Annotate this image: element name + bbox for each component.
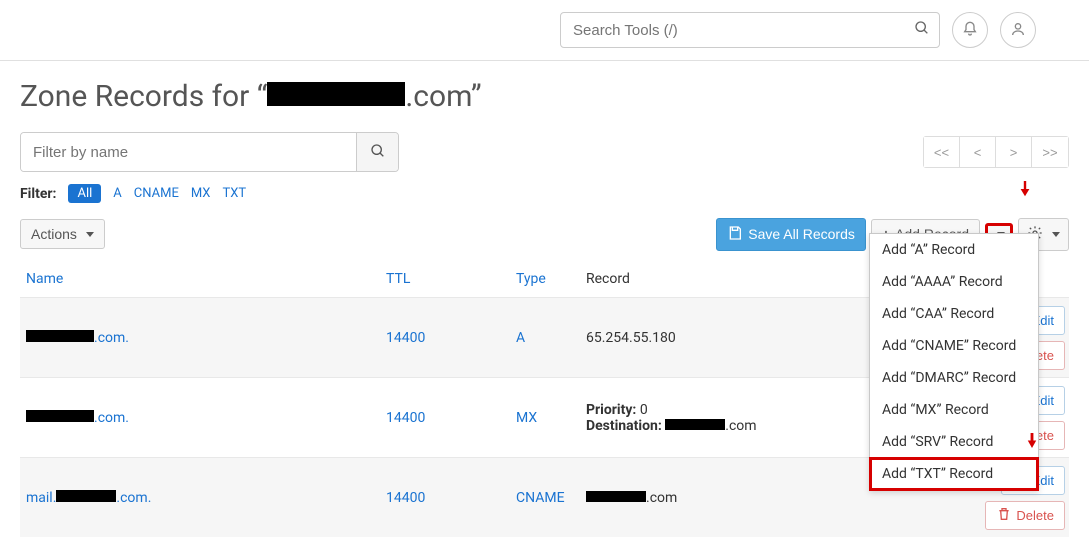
dd-add-a[interactable]: Add “A” Record — [870, 234, 1038, 266]
dd-add-aaaa[interactable]: Add “AAAA” Record — [870, 266, 1038, 298]
search-wrap — [560, 12, 940, 48]
caret-down-icon — [86, 232, 94, 237]
save-icon — [727, 225, 743, 244]
destination-label: Destination: — [586, 418, 662, 434]
cell-type: CNAME — [516, 490, 586, 506]
filter-input-wrap — [20, 132, 399, 172]
dd-add-caa[interactable]: Add “CAA” Record — [870, 298, 1038, 330]
name-suffix: .com. — [116, 490, 151, 506]
title-suffix: .com” — [405, 79, 481, 114]
pager-last[interactable]: >> — [1032, 137, 1068, 167]
dest-suffix: .com — [725, 418, 756, 434]
dd-add-mx[interactable]: Add “MX” Record — [870, 394, 1038, 426]
delete-label: Delete — [1016, 508, 1054, 523]
trash-icon — [996, 506, 1012, 525]
priority-label: Priority: — [586, 402, 636, 418]
col-type[interactable]: Type — [516, 271, 586, 287]
domain-redacted — [267, 82, 405, 106]
actions-label: Actions — [31, 226, 77, 242]
filter-mx[interactable]: MX — [191, 186, 211, 201]
cell-ttl: 14400 — [386, 410, 516, 426]
cell-ttl: 14400 — [386, 330, 516, 346]
page-title: Zone Records for “ .com” — [20, 79, 1069, 114]
filter-label: Filter: — [20, 186, 56, 202]
cell-type: A — [516, 330, 586, 346]
redacted — [56, 490, 116, 502]
bell-icon — [962, 21, 978, 40]
priority-value: 0 — [640, 402, 648, 418]
pager-prev[interactable]: < — [960, 137, 996, 167]
filter-search-button[interactable] — [356, 133, 398, 171]
filter-txt[interactable]: TXT — [222, 186, 246, 201]
top-bar — [0, 0, 1089, 61]
save-all-button[interactable]: Save All Records — [716, 218, 866, 251]
dd-add-txt[interactable]: Add “TXT” Record — [870, 458, 1038, 490]
redacted — [26, 330, 94, 342]
filter-a[interactable]: A — [113, 186, 121, 201]
notifications-button[interactable] — [952, 12, 988, 48]
dd-srv-label: Add “SRV” Record — [882, 434, 993, 450]
redacted — [26, 410, 94, 422]
cell-ttl: 14400 — [386, 490, 516, 506]
save-label: Save All Records — [748, 226, 855, 242]
filter-row: << < > >> — [20, 132, 1069, 172]
pager-first[interactable]: << — [924, 137, 960, 167]
pager-next[interactable]: > — [996, 137, 1032, 167]
dd-txt-label: Add “TXT” Record — [882, 466, 993, 482]
pager: << < > >> — [923, 136, 1069, 168]
actions-dropdown-button[interactable]: Actions — [20, 219, 105, 249]
record-type-filter: Filter: All A CNAME MX TXT — [20, 184, 1069, 203]
cell-name: .com. — [26, 410, 386, 426]
name-suffix: .com. — [94, 410, 129, 426]
dd-add-srv[interactable]: Add “SRV” Record — [870, 426, 1038, 458]
search-icon — [914, 20, 930, 40]
record-suffix: .com — [646, 490, 677, 506]
filter-all[interactable]: All — [68, 184, 101, 203]
annotation-arrow-2 — [1024, 422, 1040, 457]
name-prefix: mail. — [26, 490, 56, 506]
delete-button[interactable]: Delete — [985, 501, 1065, 530]
search-input[interactable] — [560, 12, 940, 48]
filter-cname[interactable]: CNAME — [134, 186, 179, 201]
redacted — [586, 491, 646, 502]
search-icon — [370, 147, 386, 162]
redacted — [665, 419, 725, 430]
user-menu-button[interactable] — [1000, 12, 1036, 48]
col-name[interactable]: Name — [26, 271, 386, 287]
cell-name: .com. — [26, 330, 386, 346]
add-record-dropdown: Add “A” Record Add “AAAA” Record Add “CA… — [869, 233, 1039, 491]
filter-input[interactable] — [21, 133, 356, 171]
user-icon — [1010, 21, 1026, 40]
caret-down-icon — [1052, 232, 1060, 237]
name-suffix: .com. — [94, 330, 129, 346]
cell-name: mail. .com. — [26, 490, 386, 506]
dd-add-cname[interactable]: Add “CNAME” Record — [870, 330, 1038, 362]
dd-add-dmarc[interactable]: Add “DMARC” Record — [870, 362, 1038, 394]
title-prefix: Zone Records for “ — [20, 79, 267, 114]
cell-type: MX — [516, 410, 586, 426]
col-ttl[interactable]: TTL — [386, 271, 516, 287]
